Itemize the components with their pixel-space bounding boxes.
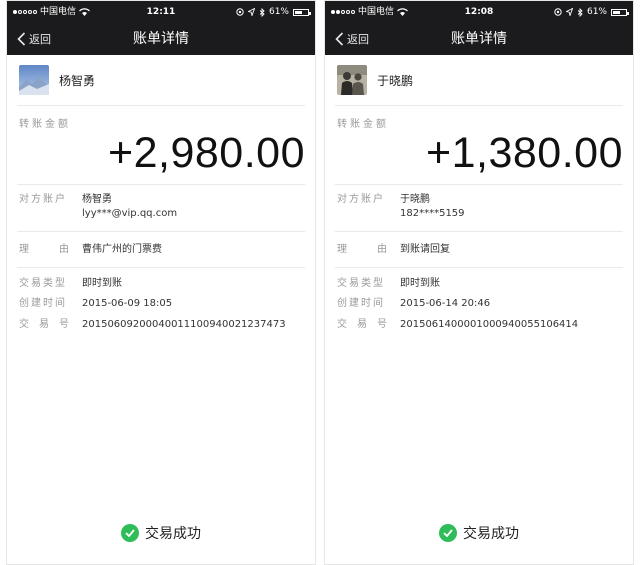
type-label: 交易类型: [19, 278, 67, 289]
page-title: 账单详情: [451, 31, 507, 47]
type-value: 即时到账: [400, 278, 440, 289]
account-label: 对方账户: [337, 194, 385, 205]
txn-label: 交 易 号: [19, 318, 69, 332]
txn-label-char: 交: [19, 319, 29, 330]
success-status: 交易成功: [325, 523, 633, 543]
divider: [335, 184, 623, 185]
success-text: 交易成功: [463, 526, 519, 542]
account-row: 对方账户 于晓鹏 182****5159: [337, 193, 465, 221]
battery-percent: 61%: [586, 7, 607, 17]
account-name: 杨智勇: [82, 194, 112, 205]
nav-bar: 返回 账单详情: [325, 23, 633, 55]
amount-label: 转账金额: [19, 119, 71, 130]
battery-fill: [613, 10, 621, 14]
user-name: 杨智勇: [59, 73, 96, 88]
reason-label-char: 理: [337, 244, 347, 255]
txn-value: 20150609200040011100940021237473: [82, 319, 286, 330]
type-row: 交易类型 即时到账: [337, 277, 440, 291]
account-label: 对方账户: [19, 194, 67, 205]
divider: [17, 105, 305, 106]
txn-label-char: 交: [337, 319, 347, 330]
reason-row: 理 由 到账请回复: [337, 243, 450, 257]
created-row: 创建时间 2015-06-09 18:05: [19, 297, 172, 311]
divider: [335, 231, 623, 232]
reason-value: 到账请回复: [400, 244, 450, 255]
user-name: 于晓鹏: [377, 73, 414, 88]
txn-row: 交 易 号 20150609200040011100940021237473: [19, 318, 286, 332]
type-value: 即时到账: [82, 278, 122, 289]
txn-row: 交 易 号 2015061400001000940055106414: [337, 318, 578, 332]
type-label: 交易类型: [337, 278, 385, 289]
account-name: 于晓鹏: [400, 194, 430, 205]
navigation-arrow-icon: [565, 8, 573, 16]
txn-label: 交 易 号: [337, 318, 387, 332]
nav-bar: 返回 账单详情: [7, 23, 315, 55]
txn-label-char: 易: [357, 319, 367, 330]
reason-label-char: 理: [19, 244, 29, 255]
txn-label-char: 号: [377, 319, 387, 330]
avatar: [337, 65, 367, 95]
txn-label-char: 易: [39, 319, 49, 330]
user-row[interactable]: 杨智勇: [19, 65, 95, 95]
check-circle-icon: [439, 524, 457, 542]
user-row[interactable]: 于晓鹏: [337, 65, 413, 95]
success-text: 交易成功: [145, 526, 201, 542]
location-icon: [236, 8, 244, 16]
success-status: 交易成功: [7, 523, 315, 543]
divider: [335, 267, 623, 268]
txn-value: 2015061400001000940055106414: [400, 319, 579, 330]
account-row: 对方账户 杨智勇 lyy***@vip.qq.com: [19, 193, 177, 221]
created-value: 2015-06-09 18:05: [82, 298, 173, 309]
check-circle-icon: [121, 524, 139, 542]
reason-label-char: 由: [377, 244, 387, 255]
status-bar: 中国电信 12:08 61%: [325, 1, 633, 23]
screen-left: 中国电信 12:11 61% 返回 账单详情 杨智勇 转账金额 +2,980.0…: [6, 0, 316, 565]
account-id: lyy***@vip.qq.com: [82, 208, 178, 219]
page-title: 账单详情: [133, 31, 189, 47]
reason-value: 曹伟广州的门票费: [82, 244, 162, 255]
bluetooth-icon: [577, 7, 583, 17]
reason-label-char: 由: [59, 244, 69, 255]
bluetooth-icon: [259, 7, 265, 17]
reason-row: 理 由 曹伟广州的门票费: [19, 243, 162, 257]
account-id: 182****5159: [400, 208, 465, 219]
created-value: 2015-06-14 20:46: [400, 298, 491, 309]
screen-right: 中国电信 12:08 61% 返回 账单详情 于晓鹏 转账金额 +1,380.0…: [324, 0, 634, 565]
txn-label-char: 号: [59, 319, 69, 330]
status-bar: 中国电信 12:11 61%: [7, 1, 315, 23]
avatar: [19, 65, 49, 95]
reason-label: 理 由: [19, 243, 69, 257]
divider: [335, 105, 623, 106]
divider: [17, 184, 305, 185]
created-label: 创建时间: [337, 298, 385, 309]
amount-value: +2,980.00: [108, 129, 305, 177]
amount-value: +1,380.00: [426, 129, 623, 177]
divider: [17, 231, 305, 232]
battery-fill: [295, 10, 303, 14]
amount-label: 转账金额: [337, 119, 389, 130]
created-row: 创建时间 2015-06-14 20:46: [337, 297, 490, 311]
created-label: 创建时间: [19, 298, 67, 309]
battery-percent: 61%: [268, 7, 289, 17]
navigation-arrow-icon: [247, 8, 255, 16]
divider: [17, 267, 305, 268]
battery-icon: [293, 8, 311, 16]
battery-icon: [611, 8, 629, 16]
reason-label: 理 由: [337, 243, 387, 257]
type-row: 交易类型 即时到账: [19, 277, 122, 291]
location-icon: [554, 8, 562, 16]
